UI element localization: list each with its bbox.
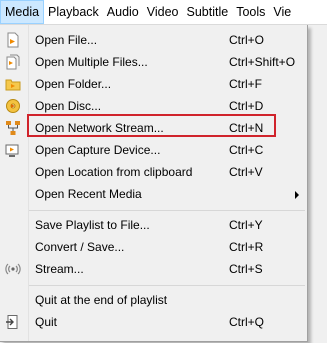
menu-item-label: Quit	[35, 315, 58, 329]
menu-bar: Media Playback Audio Video Subtitle Tool…	[0, 0, 327, 25]
menu-item-label: Open Multiple Files...	[35, 55, 148, 69]
menubar-audio[interactable]: Audio	[103, 0, 143, 24]
disc-icon	[5, 98, 21, 114]
menu-item-shortcut: Ctrl+S	[229, 262, 263, 276]
menubar-tools[interactable]: Tools	[232, 0, 269, 24]
folder-icon	[5, 76, 21, 92]
menu-item-open-file[interactable]: Open File... Ctrl+O	[0, 29, 307, 51]
menu-item-open-multiple-files[interactable]: Open Multiple Files... Ctrl+Shift+O	[0, 51, 307, 73]
menu-item-open-folder[interactable]: Open Folder... Ctrl+F	[0, 73, 307, 95]
file-icon	[5, 32, 21, 48]
menu-item-label: Open Recent Media	[35, 187, 142, 201]
menu-item-quit-end-playlist[interactable]: Quit at the end of playlist	[0, 289, 307, 311]
menu-item-label: Save Playlist to File...	[35, 218, 150, 232]
quit-icon	[5, 314, 21, 330]
menubar-media[interactable]: Media	[0, 0, 45, 24]
capture-icon	[5, 142, 21, 158]
menu-item-label: Open Capture Device...	[35, 143, 161, 157]
menu-separator	[29, 210, 305, 211]
menu-item-shortcut: Ctrl+N	[229, 121, 264, 135]
menu-item-label: Open Folder...	[35, 77, 112, 91]
menubar-video[interactable]: Video	[143, 0, 183, 24]
menu-item-shortcut: Ctrl+Y	[229, 218, 263, 232]
files-icon	[5, 54, 21, 70]
menubar-view[interactable]: Vie	[269, 0, 295, 24]
stream-icon	[5, 261, 21, 277]
menu-item-label: Open File...	[35, 33, 98, 47]
menu-item-shortcut: Ctrl+Q	[229, 315, 265, 329]
menu-item-shortcut: Ctrl+V	[229, 165, 263, 179]
menu-separator	[29, 285, 305, 286]
menu-item-open-recent-media[interactable]: Open Recent Media	[0, 183, 307, 205]
submenu-arrow-icon	[295, 191, 299, 199]
menu-item-quit[interactable]: Quit Ctrl+Q	[0, 311, 307, 333]
menu-item-shortcut: Ctrl+O	[229, 33, 265, 47]
menu-item-label: Stream...	[35, 262, 84, 276]
menu-item-label: Open Location from clipboard	[35, 165, 193, 179]
menu-item-shortcut: Ctrl+R	[229, 240, 264, 254]
menu-item-save-playlist[interactable]: Save Playlist to File... Ctrl+Y	[0, 214, 307, 236]
menu-item-label: Convert / Save...	[35, 240, 125, 254]
menu-item-open-disc[interactable]: Open Disc... Ctrl+D	[0, 95, 307, 117]
menu-item-label: Open Network Stream...	[35, 121, 164, 135]
menu-item-label: Open Disc...	[35, 99, 102, 113]
menu-item-shortcut: Ctrl+F	[229, 77, 262, 91]
menu-item-stream[interactable]: Stream... Ctrl+S	[0, 258, 307, 280]
menubar-subtitle[interactable]: Subtitle	[183, 0, 233, 24]
menu-item-shortcut: Ctrl+Shift+O	[229, 55, 296, 69]
menubar-playback[interactable]: Playback	[44, 0, 103, 24]
menu-item-shortcut: Ctrl+C	[229, 143, 264, 157]
menu-item-label: Quit at the end of playlist	[35, 293, 168, 307]
media-menu: Open File... Ctrl+O Open Multiple Files.…	[0, 25, 308, 342]
menu-item-open-network-stream[interactable]: Open Network Stream... Ctrl+N	[0, 117, 307, 139]
menu-item-open-capture-device[interactable]: Open Capture Device... Ctrl+C	[0, 139, 307, 161]
menu-item-shortcut: Ctrl+D	[229, 99, 264, 113]
menu-item-open-location-clipboard[interactable]: Open Location from clipboard Ctrl+V	[0, 161, 307, 183]
network-icon	[5, 120, 21, 136]
menu-item-convert-save[interactable]: Convert / Save... Ctrl+R	[0, 236, 307, 258]
